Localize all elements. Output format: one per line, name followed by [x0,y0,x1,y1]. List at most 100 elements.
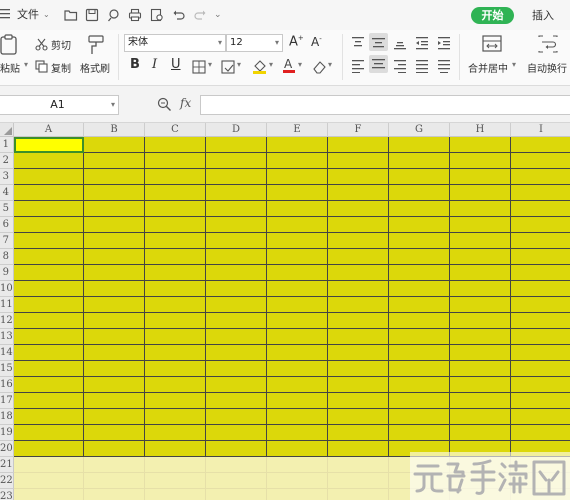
cell[interactable] [206,313,267,329]
cell[interactable] [328,393,389,409]
cell[interactable] [206,297,267,313]
row-header[interactable]: 21 [0,457,14,473]
cell[interactable] [389,233,450,249]
cell[interactable] [267,169,328,185]
clear-format-chevron-icon[interactable]: ▾ [328,60,332,69]
cell[interactable] [450,185,511,201]
italic-icon[interactable]: I [152,57,157,72]
cell[interactable] [511,329,570,345]
cell[interactable] [328,313,389,329]
row-header[interactable]: 2 [0,153,14,169]
cell[interactable] [389,217,450,233]
cell[interactable] [328,489,389,500]
cell[interactable] [450,297,511,313]
cell[interactable] [511,377,570,393]
cell[interactable] [14,169,84,185]
cell[interactable] [145,217,206,233]
column-header[interactable]: E [267,123,328,137]
row-header[interactable]: 12 [0,313,14,329]
increase-indent-icon[interactable] [437,35,451,54]
format-painter-icon[interactable] [86,34,106,60]
cell[interactable] [206,169,267,185]
cell[interactable] [145,153,206,169]
cell[interactable] [145,233,206,249]
cell[interactable] [328,249,389,265]
cell[interactable] [145,313,206,329]
align-bottom-icon[interactable] [393,35,407,54]
cell[interactable] [511,217,570,233]
fill-color-icon[interactable] [252,58,267,78]
cell[interactable] [389,409,450,425]
cell[interactable] [14,281,84,297]
active-cell[interactable] [14,137,84,153]
cell[interactable] [389,345,450,361]
cell[interactable] [389,169,450,185]
cell[interactable] [511,393,570,409]
wrap-text-button[interactable]: 自动换行 [527,60,567,75]
cell[interactable] [389,281,450,297]
cell[interactable] [14,425,84,441]
row-header[interactable]: 13 [0,329,14,345]
cell-style-chevron-icon[interactable]: ▾ [237,60,241,69]
row-header[interactable]: 9 [0,265,14,281]
cell[interactable] [206,281,267,297]
row-header[interactable]: 7 [0,233,14,249]
cell[interactable] [328,457,389,473]
row-header[interactable]: 18 [0,409,14,425]
cell[interactable] [511,409,570,425]
cell[interactable] [450,313,511,329]
cell[interactable] [84,297,145,313]
cell[interactable] [511,169,570,185]
cell[interactable] [145,345,206,361]
cell[interactable] [145,409,206,425]
cell[interactable] [84,409,145,425]
cell[interactable] [511,185,570,201]
cell[interactable] [328,185,389,201]
cell[interactable] [450,281,511,297]
cell[interactable] [145,137,206,153]
row-header[interactable]: 19 [0,425,14,441]
cell[interactable] [267,425,328,441]
cell[interactable] [450,201,511,217]
file-menu[interactable]: 文件 [17,7,39,23]
cell[interactable] [328,201,389,217]
borders-chevron-icon[interactable]: ▾ [208,60,212,69]
justify-icon[interactable] [415,58,429,77]
cell[interactable] [84,249,145,265]
row-header[interactable]: 23 [0,489,14,500]
cell[interactable] [84,281,145,297]
row-header[interactable]: 20 [0,441,14,457]
cell[interactable] [267,377,328,393]
formula-input[interactable] [200,95,570,115]
cell[interactable] [328,409,389,425]
cell[interactable] [450,233,511,249]
cell[interactable] [14,233,84,249]
cell[interactable] [267,265,328,281]
bold-icon[interactable]: B [130,57,140,72]
column-header[interactable]: D [206,123,267,137]
cell[interactable] [145,201,206,217]
row-header[interactable]: 10 [0,281,14,297]
print-icon[interactable] [128,7,142,22]
cell[interactable] [450,345,511,361]
cell[interactable] [206,425,267,441]
cell[interactable] [84,473,145,489]
cell[interactable] [14,409,84,425]
cell[interactable] [511,281,570,297]
cell[interactable] [267,297,328,313]
cell[interactable] [206,345,267,361]
cell[interactable] [145,281,206,297]
cell[interactable] [206,329,267,345]
cell[interactable] [267,233,328,249]
cell[interactable] [206,473,267,489]
cell[interactable] [267,457,328,473]
cell[interactable] [84,377,145,393]
cell[interactable] [14,361,84,377]
fill-color-chevron-icon[interactable]: ▾ [269,60,273,69]
cell[interactable] [267,281,328,297]
row-header[interactable]: 5 [0,201,14,217]
align-left-icon[interactable] [351,58,365,77]
cell[interactable] [450,169,511,185]
cell[interactable] [389,297,450,313]
clear-format-icon[interactable] [312,59,327,78]
